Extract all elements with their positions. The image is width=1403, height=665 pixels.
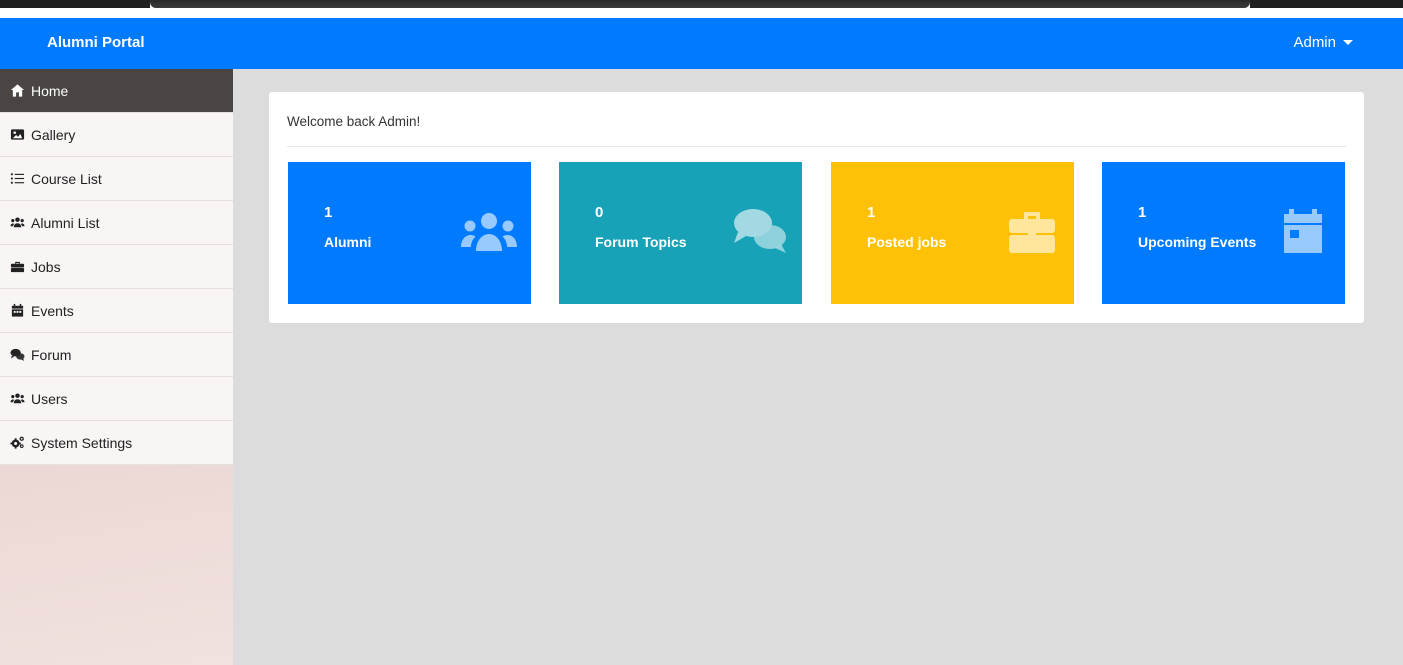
stat-card-forum-topics[interactable]: 0 Forum Topics — [559, 162, 802, 304]
stat-value: 1 — [324, 204, 333, 221]
stat-label: Forum Topics — [595, 234, 687, 250]
stat-value: 1 — [1138, 204, 1147, 221]
calendar-icon — [11, 303, 24, 317]
sidebar-item-label: Events — [31, 302, 74, 319]
sidebar-item-alumni-list[interactable]: Alumni List — [0, 201, 233, 245]
sidebar-item-gallery[interactable]: Gallery — [0, 113, 233, 157]
home-icon — [10, 84, 25, 97]
sidebar-item-jobs[interactable]: Jobs — [0, 245, 233, 289]
users-icon — [461, 213, 517, 251]
sidebar-item-course-list[interactable]: Course List — [0, 157, 233, 201]
sidebar: Home Gallery Course List Alumni List Job… — [0, 69, 233, 665]
briefcase-icon — [1009, 212, 1055, 253]
sidebar-item-users[interactable]: Users — [0, 377, 233, 421]
dashboard-card: Welcome back Admin! 1 Alumni 0 Forum Top… — [269, 92, 1364, 323]
comments-icon — [734, 209, 786, 253]
user-menu-label: Admin — [1293, 34, 1336, 51]
stat-label: Posted jobs — [867, 234, 947, 250]
user-menu-dropdown[interactable]: Admin — [1293, 34, 1353, 51]
stat-value: 0 — [595, 204, 604, 221]
sidebar-item-label: Home — [31, 82, 69, 99]
calendar-icon — [1284, 209, 1322, 253]
top-strip-edge-left — [0, 0, 150, 8]
top-strip-bar — [150, 0, 1250, 8]
comments-icon — [10, 348, 25, 361]
briefcase-icon — [10, 261, 25, 273]
stat-card-alumni[interactable]: 1 Alumni — [288, 162, 531, 304]
stat-value: 1 — [867, 204, 876, 221]
stat-label: Upcoming Events — [1138, 234, 1257, 250]
top-navbar: Alumni Portal Admin — [0, 18, 1403, 69]
sidebar-item-system-settings[interactable]: System Settings — [0, 421, 233, 465]
sidebar-item-events[interactable]: Events — [0, 289, 233, 333]
card-divider — [287, 146, 1346, 147]
sidebar-item-label: Alumni List — [31, 214, 100, 231]
stat-card-posted-jobs[interactable]: 1 Posted jobs — [831, 162, 1074, 304]
sidebar-item-label: Users — [31, 390, 68, 407]
sidebar-item-label: Forum — [31, 346, 72, 363]
top-strip-edge-right — [1250, 0, 1403, 8]
sidebar-item-home[interactable]: Home — [0, 69, 233, 113]
sidebar-item-label: Gallery — [31, 126, 76, 143]
image-icon — [10, 129, 25, 140]
browser-top-strip — [0, 0, 1403, 18]
users-icon — [10, 217, 25, 228]
sidebar-item-label: Jobs — [31, 258, 61, 275]
sidebar-item-label: Course List — [31, 170, 102, 187]
brand-title[interactable]: Alumni Portal — [47, 34, 145, 51]
sidebar-item-forum[interactable]: Forum — [0, 333, 233, 377]
users-icon — [10, 393, 25, 404]
welcome-message: Welcome back Admin! — [287, 114, 421, 129]
list-icon — [10, 173, 25, 184]
caret-down-icon — [1343, 40, 1353, 45]
sidebar-item-label: System Settings — [31, 434, 133, 451]
cogs-icon — [10, 436, 24, 449]
stat-card-upcoming-events[interactable]: 1 Upcoming Events — [1102, 162, 1345, 304]
stat-label: Alumni — [324, 234, 372, 250]
